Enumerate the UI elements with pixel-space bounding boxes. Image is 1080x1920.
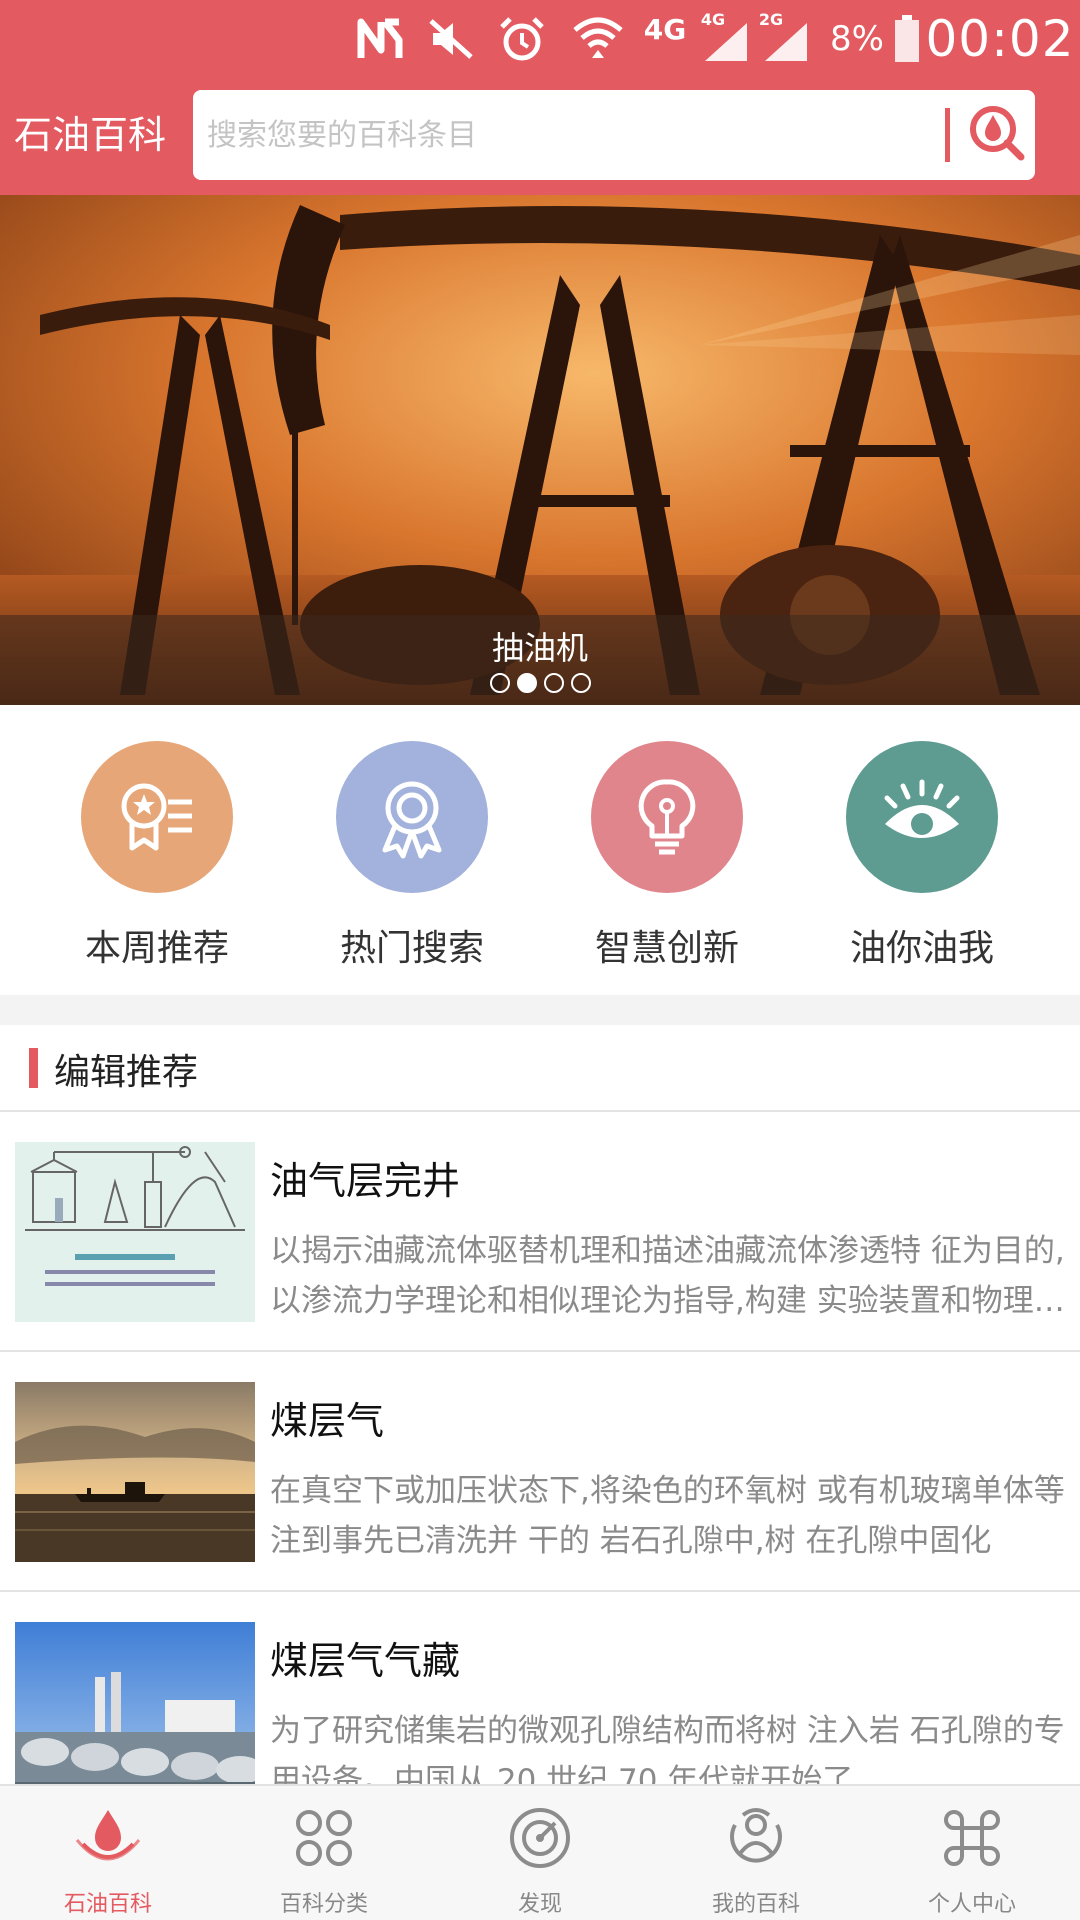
banner-carousel[interactable]: 抽油机 — [0, 195, 1080, 705]
banner-pagination — [0, 673, 1080, 693]
app-header: 4G 4G 2G 8% 00:02 石油百科 — [0, 0, 1080, 195]
quick-entry-label: 热门搜索 — [339, 928, 484, 969]
eye-icon — [846, 741, 998, 893]
nav-label: 百科分类 — [279, 1892, 368, 1917]
network-type-label: 4G — [643, 12, 687, 46]
sim1-network-label: 4G — [700, 9, 726, 29]
nav-item-discover[interactable]: 发现 — [432, 1786, 648, 1920]
lightbulb-icon — [591, 741, 743, 893]
compass-icon — [500, 1802, 580, 1874]
article-summary: 为了研究储集岩的微观孔隙结构而将树 注入岩 石孔隙的专用设备。中国从 20 世纪… — [270, 1713, 1065, 1784]
award-list-icon — [81, 741, 233, 893]
battery-percent: 8% — [830, 19, 884, 59]
quick-entry-oil-community[interactable]: 油你油我 — [822, 741, 1022, 971]
article-thumbnail — [15, 1382, 255, 1562]
article-title: 煤层气气藏 — [270, 1639, 461, 1683]
section-title: 编辑推荐 — [54, 1052, 199, 1093]
profile-badge-icon — [716, 1802, 796, 1874]
mute-icon — [425, 14, 477, 64]
editor-picks-header: 编辑推荐 — [0, 1025, 1080, 1112]
article-summary: 以揭示油藏流体驱替机理和描述油藏流体渗透特 征为目的,以渗流力学理论和相似理论为… — [270, 1233, 1065, 1319]
section-divider — [0, 995, 1080, 1025]
search-divider — [945, 108, 950, 162]
article-list: 油气层完井 以揭示油藏流体驱替机理和描述油藏流体渗透特 征为目的,以渗流力学理论… — [0, 1112, 1080, 1784]
sim2-network-label: 2G — [758, 9, 784, 29]
banner-dot-active[interactable] — [516, 673, 537, 693]
oil-drop-icon — [68, 1802, 148, 1874]
nav-label: 我的百科 — [711, 1892, 800, 1917]
search-icon — [967, 103, 1027, 167]
banner-dot[interactable] — [489, 673, 510, 693]
quick-entry-label: 油你油我 — [849, 928, 994, 969]
app-title: 石油百科 — [14, 113, 167, 157]
section-accent-bar — [29, 1048, 38, 1088]
battery-icon — [892, 14, 922, 64]
status-clock: 00:02 — [925, 10, 1075, 68]
wifi-icon — [570, 14, 626, 64]
article-thumbnail — [15, 1142, 255, 1322]
banner-dot[interactable] — [570, 673, 591, 693]
alarm-icon — [496, 14, 548, 64]
quick-entry-weekly-picks[interactable]: 本周推荐 — [57, 741, 257, 971]
bottom-navigation: 石油百科 百科分类 发现 我的百科 个人中心 — [0, 1784, 1080, 1920]
search-bar — [193, 90, 1035, 180]
article-title: 油气层完井 — [270, 1159, 461, 1203]
search-input[interactable] — [207, 90, 907, 180]
nav-item-home[interactable]: 石油百科 — [0, 1786, 216, 1920]
search-button[interactable] — [961, 96, 1033, 174]
article-summary: 在真空下或加压状态下,将染色的环氧树 或有机玻璃单体等 注到事先已清洗并 干的 … — [270, 1473, 1065, 1559]
quick-entry-hot-search[interactable]: 热门搜索 — [312, 741, 512, 971]
command-icon — [932, 1802, 1012, 1874]
quick-entry-label: 智慧创新 — [594, 928, 739, 969]
banner-dot[interactable] — [543, 673, 564, 693]
article-item[interactable]: 油气层完井 以揭示油藏流体驱替机理和描述油藏流体渗透特 征为目的,以渗流力学理论… — [0, 1112, 1080, 1352]
ribbon-medal-icon — [336, 741, 488, 893]
article-thumbnail — [15, 1622, 255, 1784]
quick-entry-grid: 本周推荐 热门搜索 智慧创新 油你油我 — [0, 705, 1080, 995]
article-item[interactable]: 煤层气气藏 为了研究储集岩的微观孔隙结构而将树 注入岩 石孔隙的专用设备。中国从… — [0, 1592, 1080, 1784]
banner-caption: 抽油机 — [491, 629, 588, 667]
nav-label: 发现 — [517, 1892, 562, 1917]
quick-entry-innovation[interactable]: 智慧创新 — [567, 741, 767, 971]
nav-item-my-wiki[interactable]: 我的百科 — [648, 1786, 864, 1920]
nav-item-categories[interactable]: 百科分类 — [216, 1786, 432, 1920]
quick-entry-label: 本周推荐 — [84, 928, 229, 969]
nav-item-profile[interactable]: 个人中心 — [864, 1786, 1080, 1920]
nav-label: 石油百科 — [63, 1892, 152, 1917]
status-bar: 4G 4G 2G 8% 00:02 — [0, 0, 1080, 80]
nav-label: 个人中心 — [927, 1892, 1016, 1917]
nfc-icon — [352, 14, 408, 64]
category-grid-icon — [284, 1802, 364, 1874]
article-item[interactable]: 煤层气 在真空下或加压状态下,将染色的环氧树 或有机玻璃单体等 注到事先已清洗并… — [0, 1352, 1080, 1592]
article-title: 煤层气 — [270, 1399, 385, 1443]
